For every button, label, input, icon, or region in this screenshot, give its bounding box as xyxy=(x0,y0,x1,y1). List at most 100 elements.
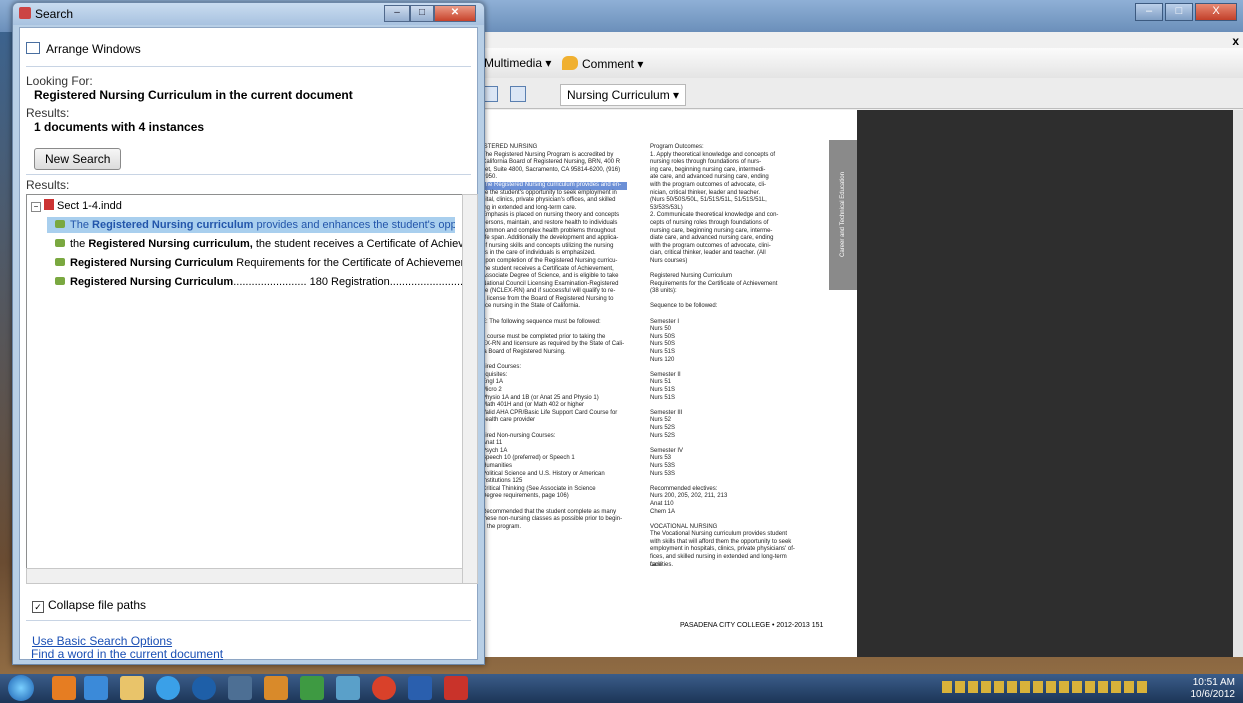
arrange-windows-button[interactable]: Arrange Windows xyxy=(26,42,141,56)
page-text-line: Nurs 51 xyxy=(650,379,672,386)
tray-icon[interactable] xyxy=(1124,681,1134,693)
page-text-line: 3950. xyxy=(482,174,498,181)
page-text-line: these non-nursing classes as possible pr… xyxy=(482,516,623,523)
page-text-line: Semester II xyxy=(650,371,681,378)
page-text-line: EX-RN and licensure as required by the S… xyxy=(482,341,625,348)
multimedia-menu[interactable]: Multimedia ▾ xyxy=(484,56,551,70)
page-text-line: 53/53S/53L) xyxy=(650,204,683,211)
page-text-line: Speech 10 (preferred) or Speech 1 xyxy=(482,455,575,462)
bookmark-select[interactable]: Nursing Curriculum ▾ xyxy=(560,84,687,106)
page-text-line xyxy=(482,311,627,319)
tray-icon[interactable] xyxy=(968,681,978,693)
file-explorer-icon[interactable] xyxy=(120,676,144,700)
search-result-item[interactable]: The Registered Nursing curriculum provid… xyxy=(47,217,455,233)
search-minimize-button[interactable]: – xyxy=(384,5,410,22)
internet-explorer-icon[interactable] xyxy=(156,676,180,700)
paper-plane-icon[interactable] xyxy=(336,676,360,700)
tray-icon[interactable] xyxy=(955,681,965,693)
page-text-line: Nurs 53S xyxy=(650,470,676,477)
hp-icon[interactable] xyxy=(192,676,216,700)
find-word-link[interactable]: Find a word in the current document xyxy=(31,647,223,661)
result-text-suffix: ........................ 180 Registratio… xyxy=(233,276,464,288)
divider xyxy=(26,620,471,621)
page-text-line: ing in extended and long-term care. xyxy=(482,204,577,211)
search-result-item[interactable]: the Registered Nursing curriculum, the s… xyxy=(55,236,463,252)
minimize-button[interactable]: – xyxy=(1135,3,1163,21)
page-text-line: Requirements for the Certificate of Achi… xyxy=(650,280,778,287)
search-window-title: Search xyxy=(35,7,74,21)
close-button[interactable]: X xyxy=(1195,3,1237,21)
document-close-button[interactable]: x xyxy=(1232,34,1239,48)
clock-time: 10:51 AM xyxy=(1192,677,1235,688)
results-vertical-scrollbar[interactable] xyxy=(462,194,478,584)
acrobat-toolbar: Multimedia ▾ Comment ▾ xyxy=(470,48,1243,79)
page-text-line: Humanities xyxy=(482,462,513,469)
results-horizontal-scrollbar[interactable] xyxy=(26,568,464,584)
results-list-label: Results: xyxy=(26,178,70,192)
basic-search-options-link[interactable]: Use Basic Search Options xyxy=(32,634,172,648)
search-window-titlebar[interactable]: Search – □ ✕ xyxy=(13,3,484,25)
page-text-line: employment in hospitals, clinics, privat… xyxy=(650,546,795,553)
search-close-button[interactable]: ✕ xyxy=(434,5,476,22)
page-text-line: 2. Communicate theoretical knowledge and… xyxy=(650,212,779,219)
word-icon[interactable] xyxy=(408,676,432,700)
tray-icon[interactable] xyxy=(1072,681,1082,693)
mail-icon[interactable] xyxy=(84,676,108,700)
new-search-button[interactable]: New Search xyxy=(34,148,122,170)
acrobat-icon[interactable] xyxy=(444,676,468,700)
page-text-line: the student receives a Certificate of Ac… xyxy=(482,265,614,272)
result-hit-icon xyxy=(55,277,65,285)
page-text-line: Emphasis is placed on nursing theory and… xyxy=(482,212,620,219)
vertical-scrollbar[interactable] xyxy=(1233,110,1243,657)
system-clock[interactable]: 10:51 AM 10/6/2012 xyxy=(1191,677,1236,701)
page-text-line: se (NCLEX-RN) and if successful will qua… xyxy=(482,288,616,295)
looking-for-label: Looking For: xyxy=(26,74,93,88)
tray-icon[interactable] xyxy=(1007,681,1017,693)
search-maximize-button[interactable]: □ xyxy=(410,5,434,22)
media-player-icon[interactable] xyxy=(52,676,76,700)
tray-icon[interactable] xyxy=(1046,681,1056,693)
page-text-line: with the program outcomes of advocate, c… xyxy=(650,242,771,249)
page-text-line: Critical Thinking (See Associate in Scie… xyxy=(482,485,596,492)
maximize-button[interactable]: □ xyxy=(1165,3,1193,21)
outlook-icon[interactable] xyxy=(264,676,288,700)
page-text-line: The Registered Nursing curriculum provid… xyxy=(482,181,627,190)
search-panel: Arrange Windows Looking For: Registered … xyxy=(19,27,478,660)
tray-icon[interactable] xyxy=(994,681,1004,693)
comment-menu[interactable]: Comment ▾ xyxy=(562,56,643,71)
tray-icon[interactable] xyxy=(1137,681,1147,693)
tray-icon[interactable] xyxy=(1098,681,1108,693)
collapse-expander-icon[interactable]: − xyxy=(31,202,41,212)
page-text-line: pital, clinics, private physician's offi… xyxy=(482,197,616,204)
looking-for-value: Registered Nursing Curriculum in the cur… xyxy=(34,88,353,102)
page-text-line: Political Science and U.S. History or Am… xyxy=(482,470,605,477)
tray-icon[interactable] xyxy=(1085,681,1095,693)
system-tray xyxy=(942,681,1150,693)
search-result-item[interactable]: Registered Nursing Curriculum Requiremen… xyxy=(55,255,463,271)
page-text-line: The Vocational Nursing curriculum provid… xyxy=(650,531,788,538)
search-result-item[interactable]: Registered Nursing Curriculum...........… xyxy=(55,274,464,290)
checkbox-box[interactable]: ✓ xyxy=(32,601,44,613)
result-file-node[interactable]: − Sect 1-4.indd xyxy=(31,199,122,212)
page-text-line: Anat 110 xyxy=(650,500,674,507)
tray-icon[interactable] xyxy=(1033,681,1043,693)
start-button[interactable] xyxy=(8,675,34,701)
page-text-line xyxy=(650,440,800,448)
collapse-file-paths-checkbox[interactable]: ✓ Collapse file paths xyxy=(32,598,146,613)
tray-icon[interactable] xyxy=(942,681,952,693)
app-icon[interactable] xyxy=(228,676,252,700)
page-text-line: Semester I xyxy=(650,318,680,325)
tray-icon[interactable] xyxy=(1111,681,1121,693)
divider xyxy=(26,174,471,175)
result-match-text: Registered Nursing curriculum, xyxy=(88,238,253,250)
green-app-icon[interactable] xyxy=(300,676,324,700)
arrange-windows-icon xyxy=(26,42,40,54)
tray-icon[interactable] xyxy=(981,681,991,693)
page-text-line: upon completion of the Registered Nursin… xyxy=(482,257,618,264)
comment-icon xyxy=(562,56,578,70)
page-text-line: Nurs 52S xyxy=(650,432,676,439)
tray-icon[interactable] xyxy=(1059,681,1069,693)
chrome-icon[interactable] xyxy=(372,676,396,700)
tray-icon[interactable] xyxy=(1020,681,1030,693)
page-icon[interactable] xyxy=(510,86,526,102)
